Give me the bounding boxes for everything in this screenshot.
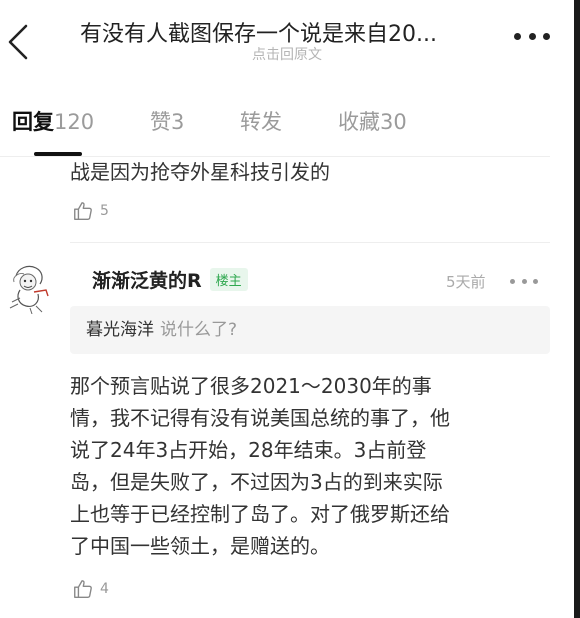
- like-count: 5: [100, 203, 109, 219]
- tab-label: 转发: [240, 110, 282, 134]
- tab-likes[interactable]: 赞3: [150, 106, 184, 136]
- tab-label: 回复: [12, 110, 54, 134]
- quoted-user[interactable]: 暮光海洋: [86, 320, 154, 340]
- avatar[interactable]: [6, 262, 54, 315]
- tab-count: 120: [54, 110, 95, 134]
- author-name[interactable]: 渐渐泛黄的R: [92, 266, 202, 293]
- comment-body: 那个预言贴说了很多2021～2030年的事 情，我不记得有没有说美国总统的事了，…: [70, 370, 560, 562]
- right-edge-border: [574, 0, 580, 618]
- tab-bar: 回复120 赞3 转发 收藏30: [0, 106, 574, 156]
- more-dot-icon: [510, 278, 515, 284]
- like-count: 4: [100, 581, 109, 597]
- tab-label: 收藏: [338, 110, 380, 134]
- comment-line: 岛，但是失败了，不过因为3占的到来实际: [70, 470, 443, 494]
- back-to-original-link[interactable]: 点击回原文: [0, 44, 574, 64]
- comment-line: 情，我不记得有没有说美国总统的事了，他: [70, 406, 450, 430]
- tab-favorites[interactable]: 收藏30: [338, 106, 407, 136]
- more-dot-icon: [514, 32, 521, 40]
- owner-badge: 楼主: [209, 268, 248, 291]
- like-button[interactable]: 4: [72, 578, 109, 600]
- comment-more-button[interactable]: [510, 276, 538, 286]
- tab-label: 赞: [150, 110, 171, 134]
- comment-time: 5天前: [446, 273, 486, 291]
- tab-reposts[interactable]: 转发: [240, 106, 282, 136]
- previous-comment-text: 战是因为抢夺外星科技引发的: [70, 160, 330, 184]
- thumbs-up-icon: [74, 580, 92, 598]
- avatar-doodle-icon: [9, 265, 49, 315]
- top-bar: 有没有人截图保存一个说是来自20... 点击回原文: [0, 0, 574, 84]
- comment-author: 渐渐泛黄的R 楼主: [92, 266, 248, 293]
- comment-line: 了中国一些领土，是赠送的。: [70, 534, 330, 558]
- thumbs-up-icon: [74, 202, 92, 220]
- tab-count: 3: [171, 110, 185, 134]
- like-button[interactable]: 5: [72, 200, 109, 222]
- more-dot-icon: [528, 32, 536, 40]
- more-dot-icon: [543, 32, 550, 40]
- comment-line: 说了24年3占开始，28年结束。3占前登: [70, 438, 427, 462]
- more-dot-icon: [533, 278, 538, 284]
- tab-count: 30: [380, 110, 407, 134]
- quoted-text: 说什么了?: [160, 320, 238, 340]
- comment-line: 那个预言贴说了很多2021～2030年的事: [70, 374, 432, 398]
- comment-divider: [70, 242, 550, 243]
- tab-replies[interactable]: 回复120: [12, 106, 94, 136]
- more-options-button[interactable]: [514, 24, 550, 48]
- more-dot-icon: [521, 278, 527, 284]
- quoted-reply[interactable]: 暮光海洋 说什么了?: [70, 306, 550, 354]
- comment-line: 上也等于已经控制了岛了。对了俄罗斯还给: [70, 502, 450, 526]
